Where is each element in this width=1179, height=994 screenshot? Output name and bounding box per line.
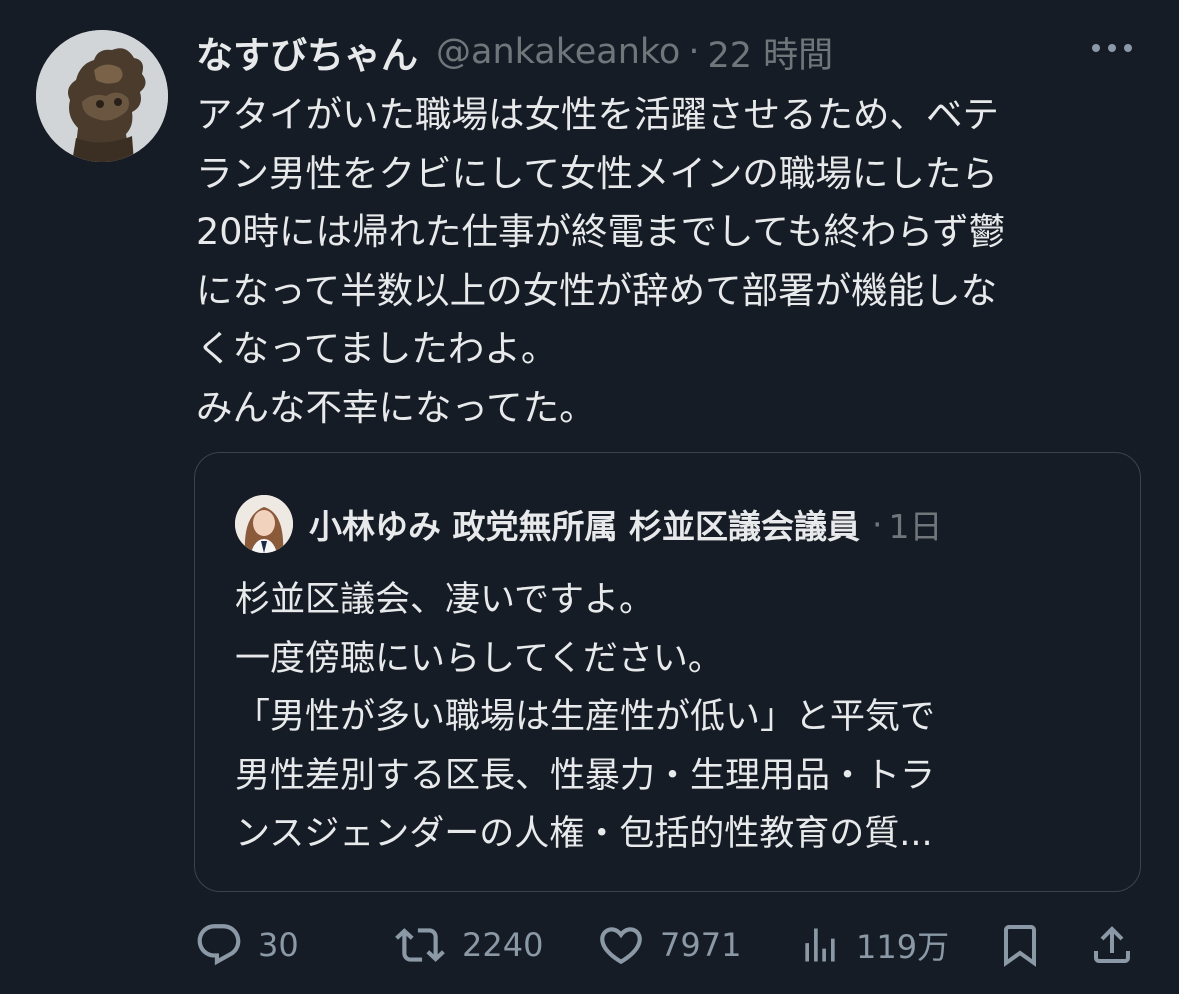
- author-display-name[interactable]: なすびちゃん: [196, 25, 418, 79]
- reply-icon: [197, 924, 241, 966]
- views-count: 119万: [856, 928, 950, 966]
- bookmark-button[interactable]: [996, 910, 1044, 980]
- separator-dot: ·: [688, 32, 700, 72]
- repost-icon: [395, 928, 445, 962]
- more-options-button[interactable]: [1088, 30, 1136, 66]
- like-button[interactable]: 7971: [596, 910, 741, 980]
- like-icon: [600, 927, 642, 965]
- repost-count: 2240: [462, 926, 544, 964]
- quoted-tweet-header: 小林ゆみ 政党無所属 杉並区議会議員 · 1日: [309, 497, 942, 551]
- quoted-author-name[interactable]: 小林ゆみ 政党無所属 杉並区議会議員: [309, 500, 860, 548]
- quoted-tweet-card[interactable]: 小林ゆみ 政党無所属 杉並区議会議員 · 1日 杉並区議会、凄いですよ。 一度傍…: [194, 452, 1141, 892]
- author-handle[interactable]: @ankakeanko: [436, 32, 680, 72]
- quoted-author-avatar[interactable]: [235, 495, 293, 553]
- bookmark-icon: [1004, 925, 1036, 967]
- quoted-avatar-image: [235, 495, 293, 553]
- avatar-image: [36, 30, 168, 162]
- quoted-separator-dot: ·: [871, 504, 883, 544]
- tweet-header: なすびちゃん @ankakeanko · 22 時間: [196, 24, 833, 80]
- tweet-text: アタイがいた職場は女性を活躍させるため、ベテ ラン男性をクビにして女性メインの職…: [196, 93, 1006, 429]
- author-avatar[interactable]: [36, 30, 168, 162]
- quoted-timestamp[interactable]: 1日: [888, 500, 942, 548]
- views-icon: [805, 928, 835, 962]
- action-bar: 30 2240 7971 119万: [0, 910, 1179, 980]
- share-icon: [1094, 926, 1130, 963]
- views-button[interactable]: 119万: [798, 910, 949, 980]
- quoted-tweet-text: 杉並区議会、凄いですよ。 一度傍聴にいらしてください。 「男性が多い職場は生産性…: [235, 580, 936, 854]
- more-icon: [1092, 44, 1132, 52]
- reply-count: 30: [258, 926, 299, 964]
- share-button[interactable]: [1088, 910, 1136, 980]
- like-count: 7971: [660, 926, 742, 964]
- tweet-timestamp[interactable]: 22 時間: [708, 27, 834, 78]
- reply-button[interactable]: 30: [194, 910, 299, 980]
- repost-button[interactable]: 2240: [392, 910, 543, 980]
